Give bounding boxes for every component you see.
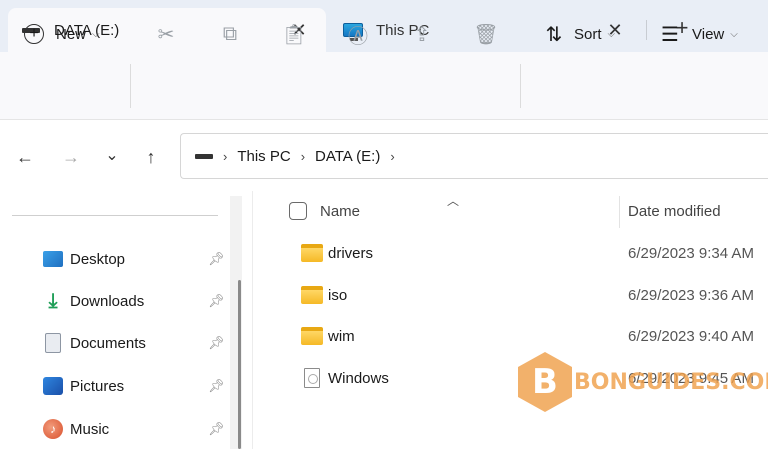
breadcrumb-this-pc[interactable]: This PC [237,148,290,165]
address-bar[interactable]: › This PC › DATA (E:) › [180,133,768,179]
back-button[interactable]: ← [11,143,39,171]
watermark-logo-icon: B [518,352,572,412]
toolbar-divider [520,64,521,108]
chevron-down-icon: ⌵ [92,28,100,40]
column-header-date-modified[interactable]: Date modified [628,203,721,220]
sidebar-scroll-thumb[interactable] [238,280,241,449]
file-row-wim[interactable]: wim 6/29/2023 9:40 AM [253,319,768,355]
new-label: New [56,25,87,43]
file-row-iso[interactable]: iso 6/29/2023 9:36 AM [253,278,768,314]
sort-button[interactable]: ⇅ Sort ⌵ [540,14,616,54]
view-button[interactable]: ☰ View ⌵ [656,14,738,54]
drive-icon [181,153,213,159]
chevron-down-icon: ⌵ [607,28,616,40]
copy-button[interactable]: ⧉ [216,14,244,54]
file-date: 6/29/2023 9:40 AM [628,328,754,345]
share-button[interactable]: ⇪ [408,14,436,54]
column-header-name[interactable]: Name [320,203,360,220]
toolbar-divider [130,64,131,108]
sidebar-item-desktop[interactable]: Desktop 📌︎ [0,239,232,279]
breadcrumb-chevron-icon[interactable]: › [223,149,227,164]
copy-icon: ⧉ [222,22,238,45]
view-label: View [692,25,725,43]
select-all-checkbox[interactable] [289,202,307,220]
sidebar-item-music[interactable]: ♪ Music 📌︎ [0,409,232,449]
pin-icon[interactable]: 📌︎ [208,335,226,351]
documents-icon [42,332,64,354]
sidebar-item-label: Desktop [70,250,126,268]
recent-locations-button[interactable]: ⌄ [98,141,126,169]
breadcrumb-chevron-icon[interactable]: › [390,149,394,164]
file-name: Windows [328,370,389,387]
file-name: wim [328,328,355,345]
watermark-text: BONGUIDES.COM [574,370,768,395]
column-divider[interactable] [619,196,620,228]
pin-icon[interactable]: 📌︎ [208,378,226,394]
clipboard-icon: 📋︎ [281,23,307,46]
view-list-icon: ☰ [661,23,679,46]
paste-button[interactable]: 📋︎ [280,14,308,54]
pin-icon[interactable]: 📌︎ [208,251,226,267]
sidebar-item-label: Documents [70,334,146,352]
sidebar-item-label: Pictures [70,377,125,395]
sort-ascending-icon: ︿ [447,194,460,208]
share-icon: ⇪ [413,23,431,46]
sidebar-item-label: Music [70,420,110,438]
tab-bar: DATA (E:) ✕ This PC ✕ + [0,0,768,52]
desktop-icon [42,248,64,270]
sidebar-divider [12,215,218,216]
rename-icon: Ⓐ [348,25,368,48]
file-date: 6/29/2023 9:34 AM [628,245,754,262]
pin-icon[interactable]: 📌︎ [208,421,226,437]
cut-button[interactable]: ✂ [152,14,180,54]
sort-label: Sort [574,25,602,43]
folder-icon [301,244,323,262]
breadcrumb-data-e[interactable]: DATA (E:) [315,148,380,165]
sidebar-item-downloads[interactable]: ⤓ Downloads 📌︎ [0,281,232,321]
chevron-down-icon: ⌵ [730,28,738,40]
trash-icon: 🗑︎ [473,23,499,46]
file-name: iso [328,287,348,304]
file-name: drivers [328,245,374,262]
scissors-icon: ✂ [157,23,175,46]
sidebar-item-pictures[interactable]: Pictures 📌︎ [0,366,232,406]
sidebar-item-documents[interactable]: Documents 📌︎ [0,323,232,363]
breadcrumb-chevron-icon[interactable]: › [301,149,305,164]
forward-button[interactable]: → [57,143,85,171]
watermark: B BONGUIDES.COM [518,352,768,412]
command-bar [0,52,768,120]
folder-icon [301,286,323,304]
new-button[interactable]: + New ⌵ [24,14,100,54]
sort-icon: ⇅ [545,23,563,46]
rename-button[interactable]: Ⓐ [344,14,372,54]
sidebar-item-label: Downloads [70,292,145,310]
file-icon [304,368,320,388]
tab-divider [646,20,647,40]
navigation-pane: Desktop 📌︎ ⤓ Downloads 📌︎ Documents 📌︎ P… [0,191,250,449]
up-button[interactable]: ↑ [137,143,165,171]
delete-button[interactable]: 🗑︎ [472,14,500,54]
pin-icon[interactable]: 📌︎ [208,293,226,309]
downloads-icon: ⤓ [48,289,58,312]
pictures-icon [42,375,64,397]
music-icon: ♪ [42,418,64,440]
plus-circle-icon: + [24,24,44,44]
file-row-drivers[interactable]: drivers 6/29/2023 9:34 AM [253,236,768,272]
file-date: 6/29/2023 9:36 AM [628,287,754,304]
folder-icon [301,327,323,345]
